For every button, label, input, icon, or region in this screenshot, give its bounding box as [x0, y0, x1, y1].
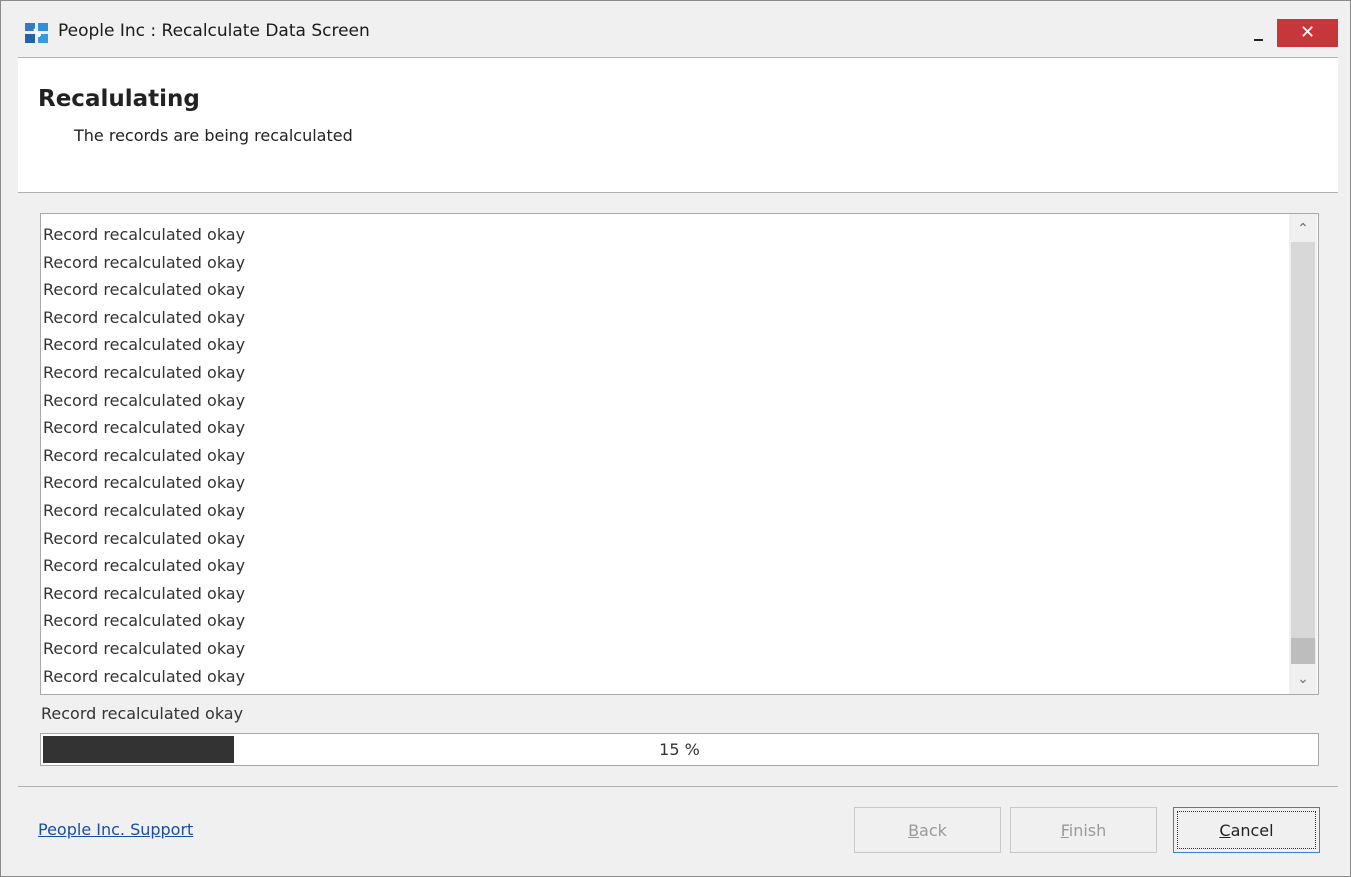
finish-label: inish [1068, 821, 1107, 840]
list-item[interactable]: Record recalculated okay [41, 331, 1287, 359]
app-icon [25, 23, 48, 43]
page-title: Recalulating [38, 86, 200, 112]
list-item[interactable]: Record recalculated okay [41, 580, 1287, 608]
close-button[interactable]: ✕ [1277, 19, 1338, 47]
cancel-button[interactable]: Cancel [1173, 807, 1320, 853]
list-item[interactable]: Record recalculated okay [41, 607, 1287, 635]
scroll-thumb[interactable] [1291, 638, 1315, 664]
page-subtitle: The records are being recalculated [74, 126, 353, 145]
dialog-window: People Inc : Recalculate Data Screen ✕ R… [0, 0, 1351, 877]
focus-rect [1177, 811, 1316, 849]
scroll-down-icon[interactable]: ⌄ [1289, 666, 1317, 692]
list-item[interactable]: Record recalculated okay [41, 359, 1287, 387]
status-text: Record recalculated okay [41, 704, 244, 723]
list-item[interactable]: Record recalculated okay [41, 442, 1287, 470]
scroll-up-icon[interactable]: ⌃ [1289, 216, 1317, 242]
list-item[interactable]: Record recalculated okay [41, 525, 1287, 553]
list-item[interactable]: Record recalculated okay [41, 635, 1287, 663]
list-item[interactable]: Record recalculated okay [41, 497, 1287, 525]
footer-divider [18, 786, 1338, 787]
minimize-icon [1254, 39, 1263, 41]
back-button[interactable]: Back [854, 807, 1001, 853]
list-item[interactable]: Record recalculated okay [41, 663, 1287, 691]
progress-bar: 15 % [40, 733, 1319, 766]
log-list: Record recalculated okay Record recalcula… [41, 221, 1287, 691]
finish-button[interactable]: Finish [1010, 807, 1157, 853]
back-label: ack [919, 821, 947, 840]
minimize-button[interactable] [1237, 19, 1277, 47]
log-listbox[interactable]: Record recalculated okay Record recalcula… [40, 213, 1319, 695]
list-item[interactable]: Record recalculated okay [41, 276, 1287, 304]
list-item[interactable]: Record recalculated okay [41, 387, 1287, 415]
close-icon: ✕ [1299, 22, 1316, 43]
finish-accel: F [1060, 821, 1069, 840]
list-item[interactable]: Record recalculated okay [41, 552, 1287, 580]
list-item[interactable]: Record recalculated okay [41, 414, 1287, 442]
list-item[interactable]: Record recalculated okay [41, 221, 1287, 249]
header-panel: Recalulating The records are being recal… [18, 57, 1338, 193]
title-bar[interactable]: People Inc : Recalculate Data Screen ✕ [1, 1, 1350, 57]
progress-label: 15 % [659, 740, 700, 759]
list-item[interactable]: Record recalculated okay [41, 304, 1287, 332]
list-item[interactable]: Record recalculated okay [41, 249, 1287, 277]
scroll-track[interactable] [1291, 242, 1315, 664]
vertical-scrollbar[interactable]: ⌃ ⌄ [1289, 214, 1317, 694]
back-accel: B [908, 821, 920, 840]
support-link[interactable]: People Inc. Support [38, 820, 193, 839]
window-title: People Inc : Recalculate Data Screen [58, 21, 370, 41]
list-item[interactable]: Record recalculated okay [41, 469, 1287, 497]
